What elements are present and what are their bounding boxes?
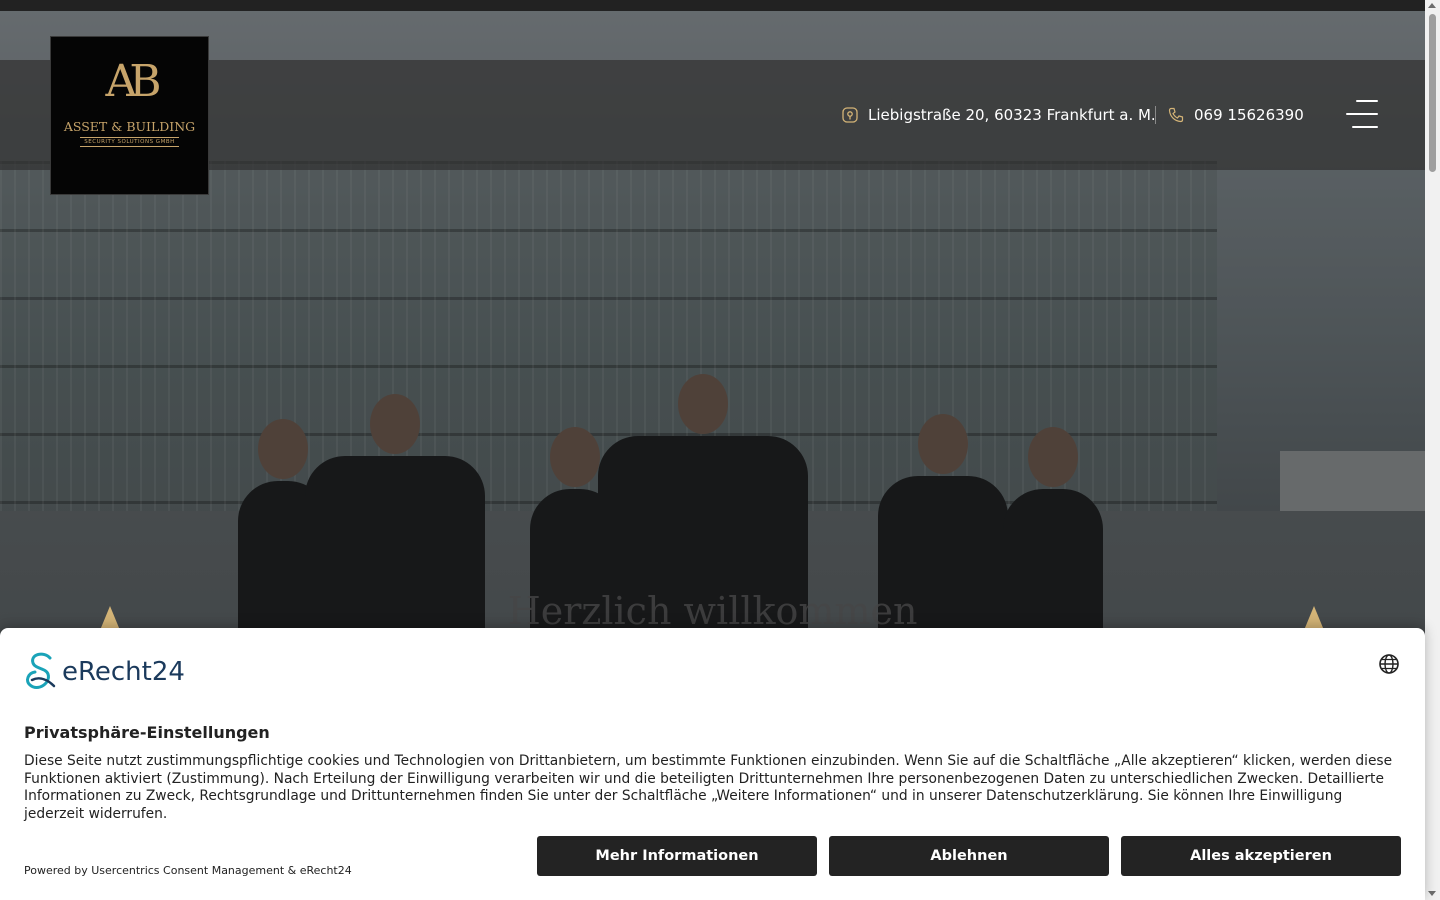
accept-all-button[interactable]: Alles akzeptieren (1121, 836, 1401, 876)
header-address[interactable]: Liebigstraße 20, 60323 Frankfurt a. M. (842, 103, 1156, 127)
page-scrollbar[interactable] (1425, 0, 1440, 900)
hero-welcome-heading: Herzlich willkommen (507, 589, 918, 633)
logo-company-sub: SECURITY SOLUTIONS GMBH (80, 137, 179, 147)
scroll-up-arrow-icon[interactable] (1428, 3, 1436, 8)
decline-button[interactable]: Ablehnen (829, 836, 1109, 876)
erecht24-logo: eRecht24 (24, 652, 185, 692)
consent-description: Diese Seite nutzt zustimmungspflichtige … (24, 753, 1393, 822)
globe-icon[interactable] (1378, 653, 1400, 675)
logo-ab-mark: AB (105, 56, 161, 107)
scrollbar-thumb[interactable] (1429, 14, 1436, 172)
phone-icon (1168, 107, 1184, 123)
erecht24-mark-icon (26, 652, 56, 689)
consent-title: Privatsphäre-Einstellungen (24, 723, 270, 742)
hamburger-menu-icon[interactable] (1344, 98, 1378, 130)
consent-powered-by: Powered by Usercentrics Consent Manageme… (24, 864, 352, 877)
header-address-text: Liebigstraße 20, 60323 Frankfurt a. M. (868, 106, 1156, 124)
header-phone-text: 069 15626390 (1194, 106, 1304, 124)
company-logo[interactable]: AB ASSET & BUILDING SECURITY SOLUTIONS G… (50, 36, 209, 195)
erecht24-brand-text: eRecht24 (62, 657, 185, 687)
top-bar (0, 0, 1425, 11)
logo-company-name: ASSET & BUILDING (63, 119, 196, 134)
scroll-down-arrow-icon[interactable] (1428, 891, 1436, 896)
more-info-button[interactable]: Mehr Informationen (537, 836, 817, 876)
header-phone[interactable]: 069 15626390 (1168, 103, 1304, 127)
cookie-consent-banner: eRecht24 Privatsphäre-Einstellungen Dies… (0, 628, 1425, 900)
header-divider (1155, 106, 1156, 124)
map-marker-icon (842, 107, 858, 123)
